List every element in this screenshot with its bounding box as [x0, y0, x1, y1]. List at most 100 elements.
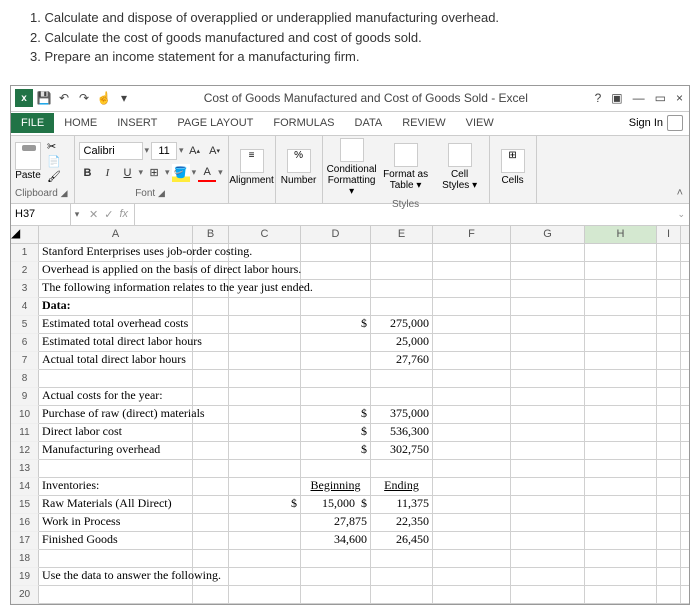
name-box-dropdown-icon[interactable]: ▾ [71, 209, 83, 220]
cell[interactable]: Ending [371, 478, 433, 495]
cell[interactable]: $ [301, 316, 371, 333]
cell[interactable]: Overhead is applied on the basis of dire… [39, 262, 193, 279]
restore-icon[interactable]: ▭ [655, 91, 666, 105]
cell[interactable]: $ [229, 496, 301, 513]
col-header-f[interactable]: F [433, 226, 511, 243]
cell[interactable]: Manufacturing overhead [39, 442, 193, 459]
cell[interactable]: 11,375 [371, 496, 433, 513]
row-header[interactable]: 5 [11, 316, 39, 334]
row-header[interactable]: 11 [11, 424, 39, 442]
clipboard-launcher-icon[interactable]: ◢ [61, 188, 70, 198]
underline-button[interactable]: U [119, 164, 137, 182]
col-header-h[interactable]: H [585, 226, 657, 243]
font-color-icon[interactable]: A [198, 164, 216, 182]
row-header[interactable]: 6 [11, 334, 39, 352]
ribbon-display-icon[interactable]: ▣ [611, 91, 622, 105]
cell[interactable]: Inventories: [39, 478, 193, 495]
collapse-ribbon-icon[interactable]: ˄ [677, 187, 683, 199]
decrease-font-icon[interactable]: A▾ [206, 142, 224, 160]
sign-in[interactable]: Sign In [623, 115, 689, 131]
cell[interactable]: Actual total direct labor hours [39, 352, 193, 369]
row-header[interactable]: 18 [11, 550, 39, 568]
minimize-icon[interactable]: — [633, 91, 645, 105]
cell[interactable]: 15,000 $ [301, 496, 371, 513]
tab-data[interactable]: DATA [345, 113, 393, 133]
col-header-i[interactable]: I [657, 226, 681, 243]
tab-view[interactable]: VIEW [456, 113, 504, 133]
cell[interactable]: $ [301, 442, 371, 459]
row-header[interactable]: 20 [11, 586, 39, 604]
enter-formula-icon[interactable]: ✓ [104, 208, 113, 221]
cell[interactable]: 34,600 [301, 532, 371, 549]
row-header[interactable]: 1 [11, 244, 39, 262]
row-header[interactable]: 17 [11, 532, 39, 550]
cell[interactable]: 375,000 [371, 406, 433, 423]
paste-button[interactable]: Paste [15, 142, 41, 181]
fx-icon[interactable]: fx [119, 208, 128, 221]
tab-page-layout[interactable]: PAGE LAYOUT [167, 113, 263, 133]
row-header[interactable]: 19 [11, 568, 39, 586]
cell[interactable]: 275,000 [371, 316, 433, 333]
help-icon[interactable]: ? [595, 91, 602, 105]
row-header[interactable]: 7 [11, 352, 39, 370]
tab-review[interactable]: REVIEW [392, 113, 455, 133]
format-painter-icon[interactable]: 🖌 [47, 170, 61, 183]
col-header-d[interactable]: D [301, 226, 371, 243]
col-header-a[interactable]: A [39, 226, 193, 243]
italic-button[interactable]: I [99, 164, 117, 182]
cell[interactable]: 22,350 [371, 514, 433, 531]
format-as-table-button[interactable]: Format asTable ▾ [381, 143, 431, 191]
formula-expand-icon[interactable]: ⌄ [673, 209, 689, 220]
undo-icon[interactable]: ↶ [55, 89, 73, 107]
cell[interactable]: The following information relates to the… [39, 280, 193, 297]
name-box[interactable]: H37 [11, 204, 71, 225]
cells-area[interactable]: Stanford Enterprises uses job-order cost… [39, 244, 689, 604]
font-launcher-icon[interactable]: ◢ [158, 188, 167, 198]
cell[interactable]: Purchase of raw (direct) materials [39, 406, 193, 423]
row-header[interactable]: 16 [11, 514, 39, 532]
cell[interactable]: 26,450 [371, 532, 433, 549]
cell[interactable]: $ [301, 406, 371, 423]
redo-icon[interactable]: ↷ [75, 89, 93, 107]
cell-styles-button[interactable]: CellStyles ▾ [435, 143, 485, 191]
col-header-e[interactable]: E [371, 226, 433, 243]
touch-mode-icon[interactable]: ☝ [95, 89, 113, 107]
borders-icon[interactable]: ⊞ [145, 164, 163, 182]
tab-insert[interactable]: INSERT [107, 113, 167, 133]
select-all-corner[interactable]: ◢ [11, 226, 39, 243]
cell[interactable]: 302,750 [371, 442, 433, 459]
cell[interactable]: Stanford Enterprises uses job-order cost… [39, 244, 193, 261]
cell[interactable]: Use the data to answer the following. [39, 568, 193, 585]
row-header[interactable]: 13 [11, 460, 39, 478]
font-name-input[interactable]: Calibri [79, 142, 143, 160]
cell[interactable]: $ [301, 424, 371, 441]
copy-icon[interactable]: 📄 [47, 155, 61, 168]
row-header[interactable]: 10 [11, 406, 39, 424]
cell[interactable]: 27,760 [371, 352, 433, 369]
col-header-c[interactable]: C [229, 226, 301, 243]
cell[interactable]: Raw Materials (All Direct) [39, 496, 193, 513]
cell[interactable]: Finished Goods [39, 532, 193, 549]
row-header[interactable]: 2 [11, 262, 39, 280]
cells-button[interactable]: ⊞ Cells [494, 149, 532, 186]
cut-icon[interactable]: ✂ [47, 140, 61, 153]
col-header-b[interactable]: B [193, 226, 229, 243]
tab-home[interactable]: HOME [54, 113, 107, 133]
row-header[interactable]: 15 [11, 496, 39, 514]
alignment-button[interactable]: ≡ Alignment [233, 149, 271, 186]
cancel-formula-icon[interactable]: ✕ [89, 208, 98, 221]
save-icon[interactable]: 💾 [35, 89, 53, 107]
row-header[interactable]: 12 [11, 442, 39, 460]
cell[interactable]: Estimated total overhead costs [39, 316, 193, 333]
row-header[interactable]: 3 [11, 280, 39, 298]
cell[interactable]: Actual costs for the year: [39, 388, 193, 405]
cell[interactable]: 27,875 [301, 514, 371, 531]
col-header-g[interactable]: G [511, 226, 585, 243]
cell[interactable]: Direct labor cost [39, 424, 193, 441]
tab-formulas[interactable]: FORMULAS [263, 113, 344, 133]
cell[interactable]: Data: [39, 298, 193, 315]
font-size-input[interactable]: 11 [151, 142, 177, 160]
cell[interactable]: Work in Process [39, 514, 193, 531]
row-header[interactable]: 9 [11, 388, 39, 406]
tab-file[interactable]: FILE [11, 113, 54, 133]
